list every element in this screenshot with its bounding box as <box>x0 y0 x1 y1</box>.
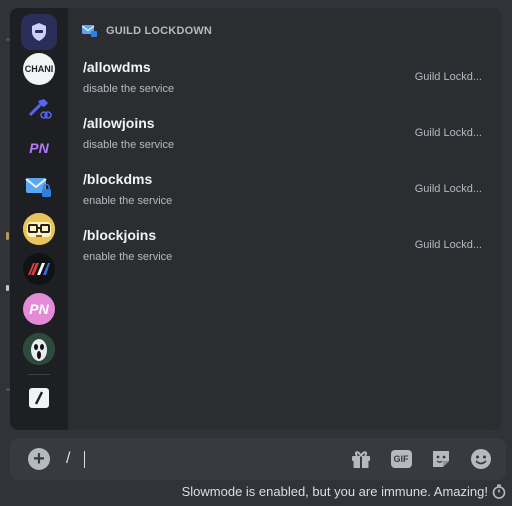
chani-app-label: CHANI <box>24 64 54 74</box>
gift-button[interactable] <box>350 448 372 470</box>
text-caret <box>84 451 85 468</box>
command-source: Guild Lockd... <box>414 183 482 195</box>
pn-app-label: PN <box>29 140 49 156</box>
slowmode-text: Slowmode is enabled, but you are immune.… <box>181 484 488 499</box>
ghostface-app-icon[interactable] <box>23 333 55 365</box>
command-item[interactable]: /blockjoins enable the service Guild Loc… <box>68 227 502 283</box>
add-attachment-button[interactable]: + <box>28 448 50 470</box>
emoji-button[interactable] <box>470 448 492 470</box>
message-composer: + GIF <box>10 438 506 480</box>
sticker-button[interactable] <box>430 448 452 470</box>
slash-commands-icon[interactable] <box>23 382 55 414</box>
command-description: disable the service <box>83 139 175 151</box>
command-list: GUILD LOCKDOWN /allowdms disable the ser… <box>68 8 502 430</box>
mail-lock-app-icon[interactable] <box>23 172 55 204</box>
pn-app-icon[interactable]: PN <box>23 132 55 164</box>
app-rail: CHANI PN PN <box>10 8 68 430</box>
stripes-app-icon[interactable] <box>23 253 55 285</box>
shield-app-icon[interactable] <box>21 14 57 50</box>
command-name: /blockjoins <box>83 227 157 243</box>
command-name: /blockdms <box>83 171 153 187</box>
plus-icon: + <box>33 448 45 470</box>
gift-icon <box>352 451 370 468</box>
hammer-app-icon[interactable] <box>23 92 55 124</box>
command-description: disable the service <box>83 83 175 95</box>
mail-lock-icon <box>82 25 97 37</box>
emoji-icon <box>471 449 491 469</box>
gif-label: GIF <box>393 454 409 464</box>
command-name: /allowdms <box>83 59 151 75</box>
command-description: enable the service <box>83 195 173 207</box>
command-autocomplete-popup: CHANI PN PN GUILD LOCKDOWN /allowdms dis… <box>10 8 502 430</box>
slowmode-notice: Slowmode is enabled, but you are immune.… <box>182 484 506 499</box>
pn-pink-app-icon[interactable]: PN <box>23 293 55 325</box>
command-item[interactable]: /blockdms enable the service Guild Lockd… <box>68 171 502 227</box>
gif-icon: GIF <box>390 450 412 468</box>
command-item[interactable]: /allowdms disable the service Guild Lock… <box>68 59 502 115</box>
command-item[interactable]: /allowjoins disable the service Guild Lo… <box>68 115 502 171</box>
pn-pink-app-label: PN <box>29 301 49 317</box>
command-source: Guild Lockd... <box>414 127 482 139</box>
command-name: /allowjoins <box>83 115 155 131</box>
gif-button[interactable]: GIF <box>390 448 412 470</box>
glasses-face-app-icon[interactable] <box>23 213 55 245</box>
section-title: GUILD LOCKDOWN <box>106 25 213 37</box>
chani-app-icon[interactable]: CHANI <box>23 53 55 85</box>
command-source: Guild Lockd... <box>414 71 482 83</box>
command-description: enable the service <box>83 251 173 263</box>
section-header: GUILD LOCKDOWN <box>82 24 212 38</box>
command-source: Guild Lockd... <box>414 239 482 251</box>
stopwatch-icon <box>492 484 506 499</box>
edge-mark <box>6 232 9 240</box>
edge-mark <box>6 285 9 291</box>
sticker-icon <box>433 451 449 467</box>
rail-separator <box>28 374 50 375</box>
message-input[interactable] <box>66 446 326 472</box>
